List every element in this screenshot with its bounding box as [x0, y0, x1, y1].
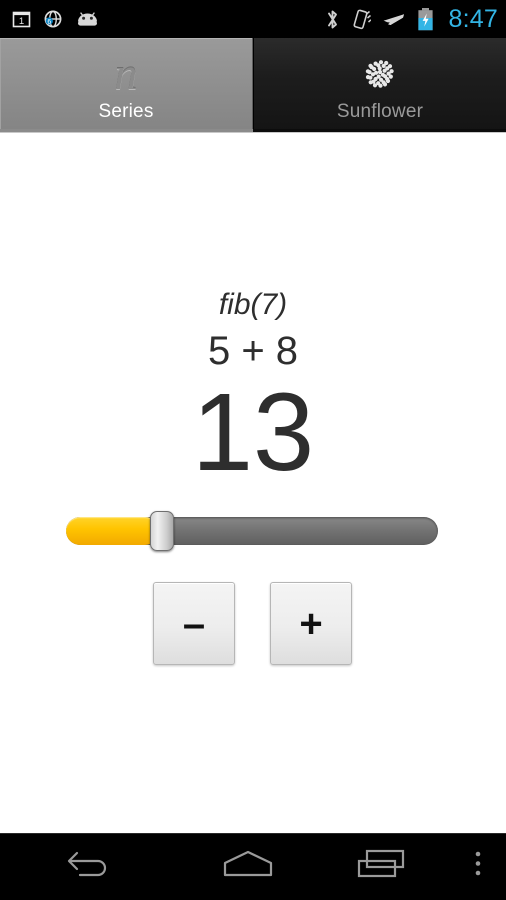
android-robot-icon [75, 10, 100, 29]
airplane-mode-icon [382, 8, 406, 30]
svg-text:6: 6 [47, 19, 51, 26]
overflow-menu-icon [472, 847, 484, 886]
tab-sunflower[interactable]: Sunflower [253, 38, 506, 132]
minus-icon: – [182, 601, 206, 646]
back-arrow-icon [66, 847, 114, 886]
status-bar: 1 6 8:47 [0, 0, 506, 38]
tab-sunflower-label: Sunflower [336, 101, 424, 122]
sunflower-dots-icon [357, 49, 403, 99]
increment-button[interactable]: + [270, 582, 352, 665]
sim-card-1-icon: 1 [12, 10, 31, 29]
series-n-icon: n [114, 48, 138, 99]
status-bar-notification-icons: 1 6 [12, 9, 100, 29]
slider-thumb[interactable] [150, 511, 174, 551]
plus-icon: + [299, 601, 323, 646]
decrement-button[interactable]: – [153, 582, 235, 665]
vibrate-mode-icon [351, 8, 372, 31]
navigation-bar [0, 833, 506, 900]
navigation-bar-top-border [0, 833, 506, 834]
battery-charging-icon [417, 7, 434, 32]
svg-text:1: 1 [19, 16, 24, 27]
tab-series-label: Series [98, 101, 154, 122]
expression-sum: 5 + 8 [207, 329, 299, 373]
device-screen: 1 6 8:47 n Series Sunflower fib(7) 5 + 8… [0, 0, 506, 900]
recent-apps-icon [356, 847, 410, 886]
browser-globe-icon: 6 [43, 9, 63, 29]
recent-apps-button[interactable] [315, 833, 450, 900]
result-value: 13 [191, 371, 315, 494]
home-icon [220, 847, 276, 886]
term-index-slider[interactable] [66, 511, 438, 551]
overflow-menu-button[interactable] [450, 833, 506, 900]
tab-bar: n Series Sunflower [0, 38, 506, 132]
main-content: fib(7) 5 + 8 13 – + [0, 133, 506, 833]
expression-label: fib(7) [218, 288, 288, 321]
bluetooth-icon [325, 8, 340, 31]
status-bar-clock: 8:47 [448, 4, 498, 33]
back-button[interactable] [0, 833, 180, 900]
slider-fill [66, 517, 159, 545]
home-button[interactable] [180, 833, 315, 900]
tab-series[interactable]: n Series [0, 38, 253, 132]
status-bar-system-icons: 8:47 [325, 5, 498, 34]
